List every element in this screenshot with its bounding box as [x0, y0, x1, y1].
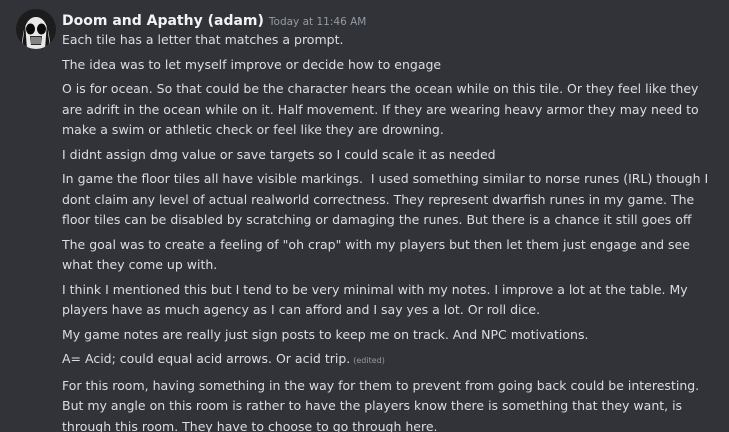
message-body: Each tile has a letter that matches a pr… [62, 30, 722, 432]
edited-label: (edited) [353, 356, 385, 365]
message-line-edited: A= Acid; could equal acid arrows. Or aci… [62, 349, 722, 372]
message-line: My game notes are really just sign posts… [62, 326, 589, 342]
chat-message: Doom and Apathy (adam) Today at 11:46 AM … [0, 0, 729, 432]
message-line: Each tile has a letter that matches a pr… [62, 32, 344, 47]
message-header: Doom and Apathy (adam) Today at 11:46 AM [62, 10, 366, 30]
avatar-image [16, 9, 56, 49]
message-line: I didnt assign dmg value or save targets… [62, 146, 496, 162]
message-line-text: A= Acid; could equal acid arrows. Or aci… [62, 351, 351, 366]
message-line: The idea was to let myself improve or de… [62, 56, 442, 72]
message-timestamp: Today at 11:46 AM [268, 16, 367, 28]
user-avatar[interactable] [16, 9, 56, 49]
message-line: In game the floor tiles all have visible… [62, 171, 713, 227]
message-line: The goal was to create a feeling of "oh … [62, 236, 694, 273]
message-line: O is for ocean. So that could be the cha… [62, 81, 703, 137]
author-name[interactable]: Doom and Apathy (adam) [62, 13, 264, 29]
message-line: I think I mentioned this but I tend to b… [62, 281, 692, 318]
message-line: For this room, having something in the w… [62, 377, 704, 432]
